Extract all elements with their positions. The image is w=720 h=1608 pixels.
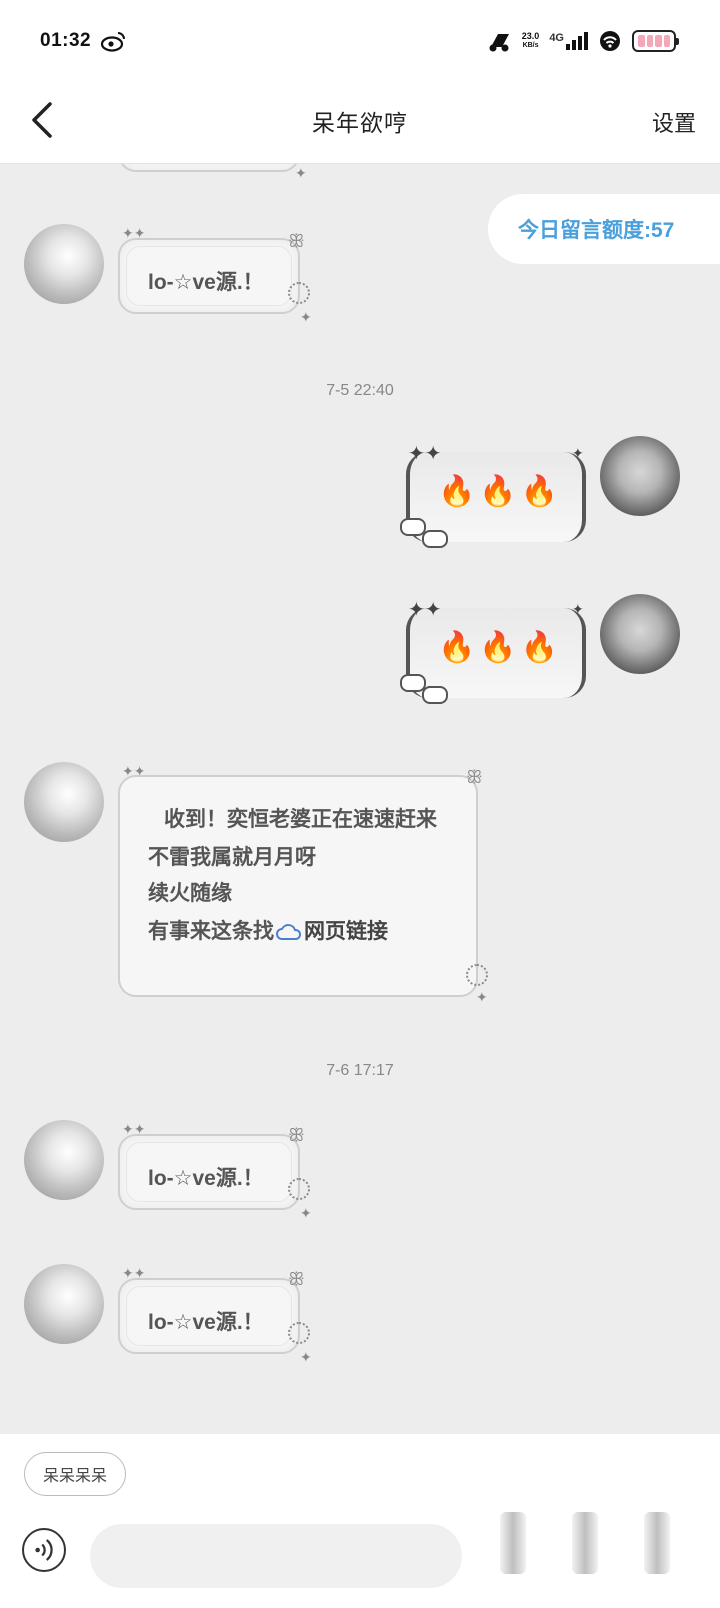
butterfly-icon: ꕥ (466, 767, 483, 787)
sparkle-icon: ✦ (300, 1205, 312, 1221)
voice-input-icon[interactable] (22, 1528, 66, 1572)
signal-bar-icon (566, 44, 570, 50)
message-input[interactable] (90, 1524, 462, 1588)
sparkle-icon: ✦ (300, 1349, 312, 1365)
avatar[interactable] (24, 762, 104, 842)
butterfly-icon: ꕥ (288, 1125, 305, 1145)
avatar[interactable] (24, 224, 104, 304)
message-timestamp: 7-6 17:17 (326, 1062, 394, 1079)
message-text: lo-☆ve源.！ (148, 1167, 264, 1190)
sparkle-icon: ✦✦ (122, 1121, 146, 1137)
sparkle-icon: ✦✦ (122, 225, 146, 241)
avatar[interactable] (24, 1264, 104, 1344)
butterfly-icon: ꕥ (288, 1269, 305, 1289)
sparkle-icon: ✦ (572, 445, 584, 461)
sparkle-icon: ✦✦ (408, 443, 442, 465)
signal-bar-icon (572, 40, 576, 50)
more-button[interactable] (572, 1512, 598, 1574)
message-text: lo-☆ve源.！ (148, 1311, 264, 1334)
toolbar-buttons (500, 1512, 670, 1574)
fire-emoji-row: 🔥🔥🔥 (438, 631, 563, 664)
avatar[interactable] (600, 436, 680, 516)
avatar[interactable] (600, 594, 680, 674)
cloud-link-icon (276, 924, 302, 940)
music-icon (489, 34, 509, 52)
message-quota-badge: 今日留言额度:57 (488, 194, 720, 264)
signal-bar-icon (584, 32, 588, 50)
settings-button[interactable]: 设置 (652, 106, 696, 138)
message-bubble[interactable]: lo-☆ve源.！ (118, 1278, 300, 1354)
message-text-line: 不雷我属就月月呀 (148, 846, 316, 869)
chat-bubble-deco-icon (422, 686, 448, 704)
sparkle-icon: ✦ (295, 165, 307, 181)
message-bubble[interactable]: lo-☆ve源.！ (118, 1134, 300, 1210)
network-type: 4G (549, 32, 564, 44)
battery-cell (646, 35, 653, 47)
send-button[interactable] (644, 1512, 670, 1574)
quick-reply-chip[interactable]: 呆呆呆呆 (24, 1452, 127, 1496)
network-speed: 23.0 KB/s (522, 31, 540, 51)
network-speed-value: 23.0 (521, 31, 540, 41)
message-bubble[interactable]: lo-☆ve源.！ (118, 238, 300, 314)
status-indicators: 23.0 KB/s 4G (488, 26, 679, 56)
chat-message-list[interactable]: ✦ 今日留言额度:57 lo-☆ve源.！ ✦✦ ꕥ ✦ 7-5 22:40 🔥… (0, 164, 720, 1434)
battery-cell (663, 35, 670, 47)
weibo-icon (101, 32, 125, 52)
battery-cell (638, 35, 645, 47)
chat-header: 呆年欲哼 设置 (0, 82, 720, 164)
chat-title: 呆年欲哼 (312, 110, 408, 136)
message-text-line: 续火随缘 (148, 882, 232, 905)
flower-ring-icon (288, 1322, 310, 1344)
chat-bubble-deco-icon (422, 530, 448, 548)
wifi-icon (600, 31, 620, 51)
sparkle-icon: ✦✦ (122, 763, 146, 779)
sparkle-icon: ✦ (572, 601, 584, 617)
message-bubble-partial (118, 164, 300, 172)
message-bubble-outgoing[interactable]: 🔥🔥🔥 (406, 452, 586, 542)
butterfly-icon: ꕥ (288, 231, 305, 251)
flower-ring-icon (466, 964, 488, 986)
message-text-line: 有事来这条找 网页链接 (148, 915, 388, 945)
sparkle-icon: ✦ (300, 309, 312, 325)
sparkle-icon: ✦ (476, 989, 488, 1005)
web-link[interactable]: 网页链接 (304, 920, 388, 943)
emoji-button[interactable] (500, 1512, 526, 1574)
signal-bar-icon (578, 36, 582, 50)
network-speed-unit: KB/s (522, 42, 539, 49)
message-bubble-outgoing[interactable]: 🔥🔥🔥 (406, 608, 586, 698)
battery-cell (655, 35, 662, 47)
message-text: lo-☆ve源.！ (148, 271, 264, 294)
message-text: 有事来这条找 (148, 920, 274, 943)
sparkle-icon: ✦✦ (408, 599, 442, 621)
input-area: 呆呆呆呆 (0, 1434, 720, 1608)
status-bar: 01:32 23.0 KB/s 4G (0, 0, 720, 82)
sparkle-icon: ✦✦ (122, 1265, 146, 1281)
avatar[interactable] (24, 1120, 104, 1200)
status-time: 01:32 (40, 30, 92, 51)
signal-indicator: 4G (549, 32, 588, 50)
message-timestamp: 7-5 22:40 (326, 382, 394, 399)
message-text-line: 收到！奕恒老婆正在速速赶来 (164, 808, 437, 831)
message-bubble[interactable]: 收到！奕恒老婆正在速速赶来 不雷我属就月月呀 续火随缘 有事来这条找 网页链接 (118, 775, 478, 997)
battery-icon (632, 30, 679, 52)
flower-ring-icon (288, 1178, 310, 1200)
fire-emoji-row: 🔥🔥🔥 (438, 475, 563, 508)
flower-ring-icon (288, 282, 310, 304)
